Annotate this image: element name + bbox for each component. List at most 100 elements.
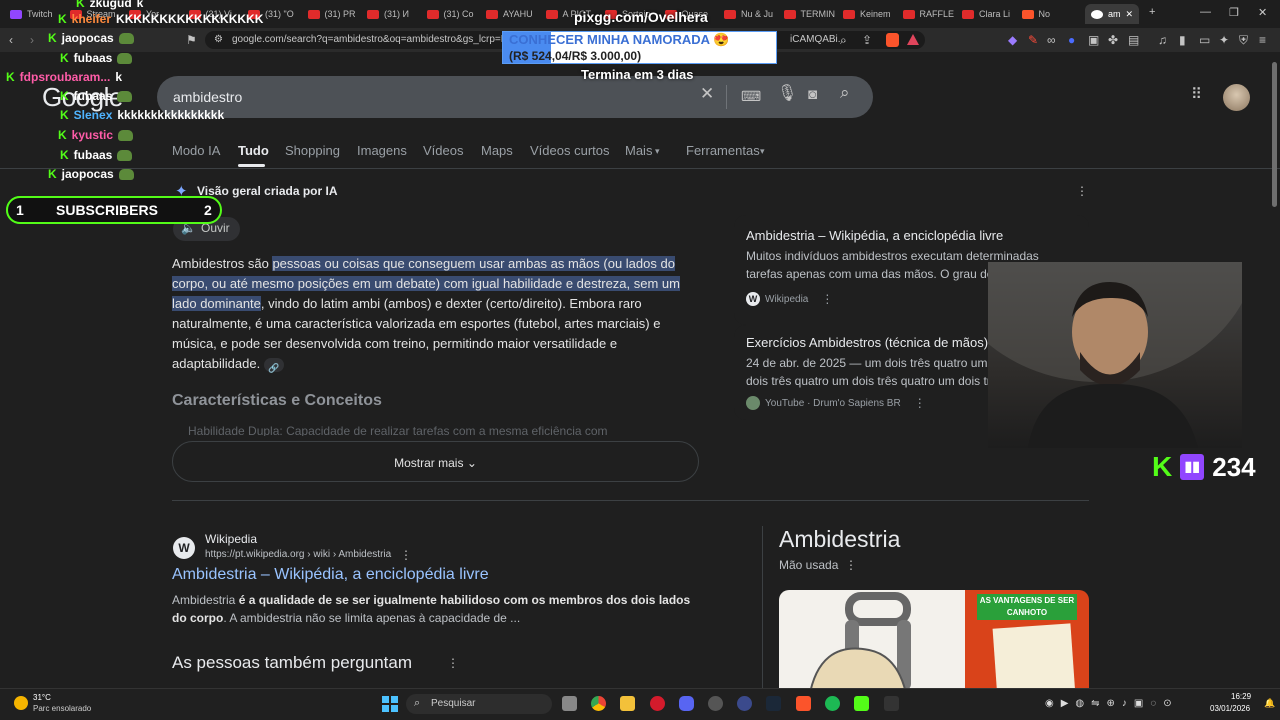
- brave-shield-icon[interactable]: [886, 33, 899, 47]
- paa-more-icon[interactable]: ⋮: [447, 657, 459, 669]
- tab-7[interactable]: (31) Co: [426, 4, 479, 24]
- dropdown-chevron-icon[interactable]: ▾: [655, 146, 660, 157]
- close-tab-icon[interactable]: ✕: [1126, 9, 1134, 20]
- extension-icon-3[interactable]: ∞: [1047, 34, 1056, 46]
- kp-more-icon[interactable]: ⋮: [845, 559, 857, 571]
- bookmark-icon[interactable]: ⚑: [186, 34, 197, 46]
- kp-image-canhoto[interactable]: AS VANTAGENS DE SER CANHOTO: [965, 590, 1089, 698]
- extension-icon-5[interactable]: ▣: [1088, 34, 1099, 46]
- apps-grid-icon[interactable]: ⠿: [1191, 87, 1202, 102]
- extensions-puzzle-icon[interactable]: ✤: [1108, 34, 1118, 46]
- chrome-icon[interactable]: [591, 696, 606, 711]
- steam-icon[interactable]: [766, 696, 781, 711]
- streamdeck-icon[interactable]: [884, 696, 899, 711]
- source-title[interactable]: Exercícios Ambidestros (técnica de mãos): [746, 335, 988, 350]
- search-tab-6[interactable]: Vídeos curtos: [530, 143, 610, 158]
- spotify-icon[interactable]: [825, 696, 840, 711]
- show-more-button[interactable]: Mostrar mais ⌄: [172, 441, 699, 482]
- search-tab-8[interactable]: Ferramentas: [686, 143, 760, 158]
- forward-icon[interactable]: ›: [30, 34, 34, 46]
- weather-temp[interactable]: 31°C: [33, 693, 51, 702]
- search-tab-2[interactable]: Shopping: [285, 143, 340, 158]
- tab-13[interactable]: TERMIN: [783, 4, 836, 24]
- dropdown-chevron-icon[interactable]: ▾: [760, 146, 765, 157]
- search-input[interactable]: ambidestro: [173, 89, 242, 105]
- share-icon[interactable]: ⇪: [862, 34, 872, 46]
- clear-search-icon[interactable]: ✕: [700, 85, 714, 102]
- start-button[interactable]: [382, 696, 398, 712]
- result-site-name[interactable]: Wikipedia: [205, 532, 257, 546]
- back-icon[interactable]: ‹: [9, 34, 13, 46]
- vpn-icon[interactable]: ⛨: [1239, 34, 1248, 46]
- avatar[interactable]: [1223, 84, 1250, 111]
- search-tab-4[interactable]: Vídeos: [423, 143, 463, 158]
- task-view-icon[interactable]: [562, 696, 577, 711]
- file-explorer-icon[interactable]: [620, 696, 635, 711]
- wallet-icon[interactable]: ▭: [1199, 34, 1210, 46]
- tab-6[interactable]: (31) И: [367, 4, 419, 24]
- minimize-button[interactable]: —: [1200, 6, 1211, 18]
- search-tab-3[interactable]: Imagens: [357, 143, 407, 158]
- rewards-icon[interactable]: [907, 34, 919, 45]
- site-info-icon[interactable]: ⚙: [214, 34, 223, 46]
- kick-icon[interactable]: [854, 696, 869, 711]
- clock-time[interactable]: 16:29: [1231, 692, 1251, 701]
- source-more-icon[interactable]: ⋮: [914, 396, 926, 410]
- result-more-icon[interactable]: ⋮: [400, 549, 412, 561]
- media-icon[interactable]: ♫: [1158, 34, 1167, 46]
- search-tab-7[interactable]: Mais: [625, 143, 652, 158]
- search-tab-0[interactable]: Modo IA: [172, 143, 220, 158]
- weather-desc[interactable]: Parc ensolarado: [33, 704, 91, 713]
- keyboard-icon[interactable]: ⌨: [741, 89, 761, 103]
- brave-icon[interactable]: [796, 696, 811, 711]
- clock-date[interactable]: 03/01/2026: [1210, 704, 1250, 713]
- menu-icon[interactable]: ≡: [1259, 34, 1266, 46]
- system-tray-icons[interactable]: ◉▶◍⇋⊕♪▣◌⊙: [1045, 698, 1179, 709]
- source-title[interactable]: Ambidestria – Wikipédia, a enciclopédia …: [746, 228, 1003, 243]
- mic-icon[interactable]: 🎙: [777, 86, 797, 102]
- close-window-button[interactable]: ✕: [1258, 6, 1267, 19]
- page-scrollbar[interactable]: [1272, 62, 1277, 207]
- search-icon[interactable]: ⌕: [840, 84, 850, 101]
- leo-ai-icon[interactable]: ✦: [1219, 34, 1229, 46]
- tab-16[interactable]: Clara Li: [962, 4, 1014, 24]
- source-more-icon[interactable]: ⋮: [821, 292, 833, 306]
- discord-icon[interactable]: [679, 696, 694, 711]
- app-icon[interactable]: [737, 696, 752, 711]
- result-title-link[interactable]: Ambidestria – Wikipédia, a enciclopédia …: [172, 566, 489, 584]
- taskbar-search[interactable]: ⌕ Pesquisar: [406, 694, 552, 714]
- obs-icon[interactable]: [708, 696, 723, 711]
- extension-icon-1[interactable]: ◆: [1008, 34, 1017, 46]
- kick-badge-icon: K: [58, 12, 67, 26]
- new-tab-button[interactable]: +: [1149, 6, 1155, 18]
- ai-more-options-icon[interactable]: ⋮: [1076, 185, 1088, 197]
- search-box[interactable]: [157, 76, 873, 118]
- extension-icon-4[interactable]: ●: [1068, 34, 1075, 46]
- extension-icon-2[interactable]: ✎: [1028, 34, 1038, 46]
- notifications-icon[interactable]: 🔔: [1264, 698, 1275, 709]
- tab-18[interactable]: am ✕: [1085, 4, 1139, 24]
- kp-image-hand-grip[interactable]: [779, 590, 965, 698]
- opera-icon[interactable]: [650, 696, 665, 711]
- search-tab-5[interactable]: Maps: [481, 143, 513, 158]
- zoom-icon[interactable]: ⌕: [840, 34, 847, 46]
- sidebar-icon[interactable]: ▮: [1179, 34, 1186, 46]
- tab-5[interactable]: (31) PR: [307, 4, 360, 24]
- tab-12[interactable]: Nu & Ju: [724, 4, 776, 24]
- tab-15[interactable]: RAFFLE: [902, 4, 955, 24]
- maximize-button[interactable]: ❐: [1229, 6, 1239, 19]
- search-tab-1[interactable]: Tudo: [238, 143, 269, 158]
- tab-8[interactable]: AYAHU: [486, 4, 538, 24]
- google-favicon-icon: [1091, 9, 1103, 19]
- result-url[interactable]: https://pt.wikipedia.org › wiki › Ambide…: [205, 549, 391, 560]
- source-link-icon[interactable]: 🔗: [263, 357, 284, 373]
- screenshot-icon[interactable]: ▤: [1128, 34, 1139, 46]
- tab-17[interactable]: No: [1021, 4, 1074, 24]
- weather-icon[interactable]: [14, 696, 28, 710]
- yt-favicon-icon: [962, 9, 974, 19]
- brave-favicon-icon: [1021, 9, 1034, 19]
- tab-14[interactable]: Keinem: [843, 4, 895, 24]
- kp-divider: [762, 526, 763, 696]
- tab-0[interactable]: Twitch: [10, 4, 62, 24]
- lens-icon[interactable]: ◙: [808, 87, 817, 102]
